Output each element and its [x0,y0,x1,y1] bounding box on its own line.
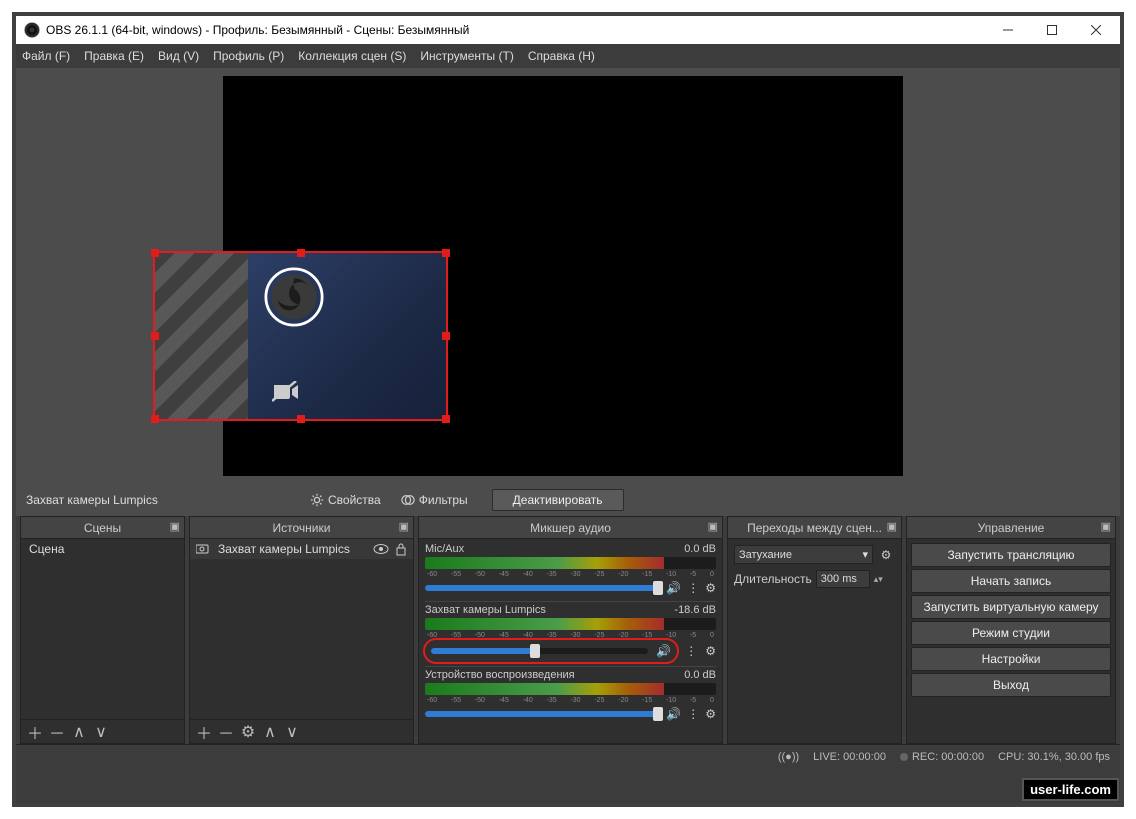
lock-icon[interactable] [395,542,407,556]
add-source-button[interactable]: ＋ [194,722,214,742]
volume-slider[interactable] [425,585,658,591]
obs-app: OBS 26.1.1 (64-bit, windows) - Профиль: … [16,16,1120,803]
level-meter [425,618,716,630]
mute-dots-icon[interactable]: ⋮ [685,644,697,658]
remove-source-button[interactable]: － [216,722,236,742]
window-title: OBS 26.1.1 (64-bit, windows) - Профиль: … [46,23,986,37]
menu-profile[interactable]: Профиль (P) [213,49,284,63]
control-button[interactable]: Режим студии [911,621,1111,645]
control-button[interactable]: Запустить трансляцию [911,543,1111,567]
channel-name: Устройство воспроизведения [425,669,575,681]
rec-dot-icon [900,753,908,761]
selected-source-name: Захват камеры Lumpics [26,493,296,507]
channel-db: 0.0 dB [684,669,716,681]
close-button[interactable] [1074,16,1118,44]
menu-view[interactable]: Вид (V) [158,49,199,63]
titlebar: OBS 26.1.1 (64-bit, windows) - Профиль: … [16,16,1120,44]
volume-slider[interactable] [425,711,658,717]
level-meter [425,557,716,569]
mute-dots-icon[interactable]: ⋮ [687,707,699,721]
scene-down-button[interactable]: ∨ [91,722,111,742]
broadcast-indicator: ((●)) [778,751,799,763]
channel-gear-icon[interactable]: ⚙ [705,644,716,658]
duration-label: Длительность [734,572,812,586]
source-settings-button[interactable]: ⚙ [238,722,258,742]
mixer-body: Mic/Aux0.0 dB-60-55-50-45-40-35-30-25-20… [419,539,722,743]
mixer-channel: Mic/Aux0.0 dB-60-55-50-45-40-35-30-25-20… [425,543,716,595]
popout-icon[interactable]: ▣ [399,520,409,533]
control-button[interactable]: Выход [911,673,1111,697]
source-item[interactable]: Захват камеры Lumpics [190,539,413,559]
level-meter [425,683,716,695]
deactivate-button[interactable]: Деактивировать [492,489,624,511]
rec-status: REC: 00:00:00 [912,751,984,763]
volume-slider[interactable] [431,648,648,654]
remove-scene-button[interactable]: － [47,722,67,742]
sources-dock: Источники▣ Захват камеры Lumpics ＋ － ⚙ ∧… [189,516,414,744]
popout-icon[interactable]: ▣ [170,520,180,533]
channel-name: Mic/Aux [425,543,464,555]
watermark: user-life.com [1022,778,1119,801]
control-button[interactable]: Начать запись [911,569,1111,593]
channel-db: -18.6 dB [674,604,716,616]
scenes-dock: Сцены▣ Сцена ＋ － ∧ ∨ [20,516,185,744]
speaker-icon[interactable]: 🔊 [666,707,681,721]
menu-tools[interactable]: Инструменты (T) [420,49,513,63]
obs-logo-icon [264,267,324,327]
docks-row: Сцены▣ Сцена ＋ － ∧ ∨ Источники▣ Захват к… [16,516,1120,744]
channel-db: 0.0 dB [684,543,716,555]
cpu-status: CPU: 30.1%, 30.00 fps [998,751,1110,763]
popout-icon[interactable]: ▣ [887,520,897,533]
camera-source-preview [155,253,446,419]
controls-dock: Управление▣ Запустить трансляциюНачать з… [906,516,1116,744]
gear-icon [310,493,324,507]
filter-icon [401,493,415,507]
menu-scene-collection[interactable]: Коллекция сцен (S) [298,49,406,63]
status-bar: ((●)) LIVE: 00:00:00 REC: 00:00:00 CPU: … [16,744,1120,768]
menu-help[interactable]: Справка (H) [528,49,595,63]
menu-edit[interactable]: Правка (E) [84,49,144,63]
preview-canvas[interactable] [223,76,903,476]
obs-icon [24,22,40,38]
maximize-button[interactable] [1030,16,1074,44]
minimize-button[interactable] [986,16,1030,44]
camera-off-icon [272,381,300,403]
source-down-button[interactable]: ∨ [282,722,302,742]
scene-up-button[interactable]: ∧ [69,722,89,742]
visibility-icon[interactable] [373,543,389,555]
speaker-icon[interactable]: 🔊 [656,644,671,658]
properties-button[interactable]: Свойства [304,491,387,509]
scenes-list[interactable]: Сцена [21,539,184,719]
speaker-icon[interactable]: 🔊 [666,581,681,595]
source-toolbar: Захват камеры Lumpics Свойства Фильтры Д… [16,484,1120,516]
mixer-channel: Захват камеры Lumpics-18.6 dB-60-55-50-4… [425,601,716,660]
transitions-dock: Переходы между сцен...▣ Затухание▾ ⚙ Дли… [727,516,902,744]
add-scene-button[interactable]: ＋ [25,722,45,742]
source-selection-box[interactable] [153,251,448,421]
preview-area [16,68,1120,484]
sources-list[interactable]: Захват камеры Lumpics [190,539,413,719]
transition-select[interactable]: Затухание▾ [734,545,873,564]
mixer-channel: Устройство воспроизведения0.0 dB-60-55-5… [425,666,716,721]
channel-gear-icon[interactable]: ⚙ [705,581,716,595]
control-button[interactable]: Запустить виртуальную камеру [911,595,1111,619]
filters-button[interactable]: Фильтры [395,491,474,509]
live-status: LIVE: 00:00:00 [813,751,886,763]
mute-dots-icon[interactable]: ⋮ [687,581,699,595]
audio-mixer-dock: Микшер аудио▣ Mic/Aux0.0 dB-60-55-50-45-… [418,516,723,744]
control-button[interactable]: Настройки [911,647,1111,671]
popout-icon[interactable]: ▣ [1101,520,1111,533]
channel-name: Захват камеры Lumpics [425,604,546,616]
scene-item[interactable]: Сцена [21,539,184,559]
transition-settings-button[interactable]: ⚙ [877,546,895,564]
camera-icon [196,543,212,555]
duration-input[interactable]: 300 ms [816,570,870,588]
menu-bar: Файл (F) Правка (E) Вид (V) Профиль (P) … [16,44,1120,68]
menu-file[interactable]: Файл (F) [22,49,70,63]
channel-gear-icon[interactable]: ⚙ [705,707,716,721]
source-up-button[interactable]: ∧ [260,722,280,742]
popout-icon[interactable]: ▣ [708,520,718,533]
